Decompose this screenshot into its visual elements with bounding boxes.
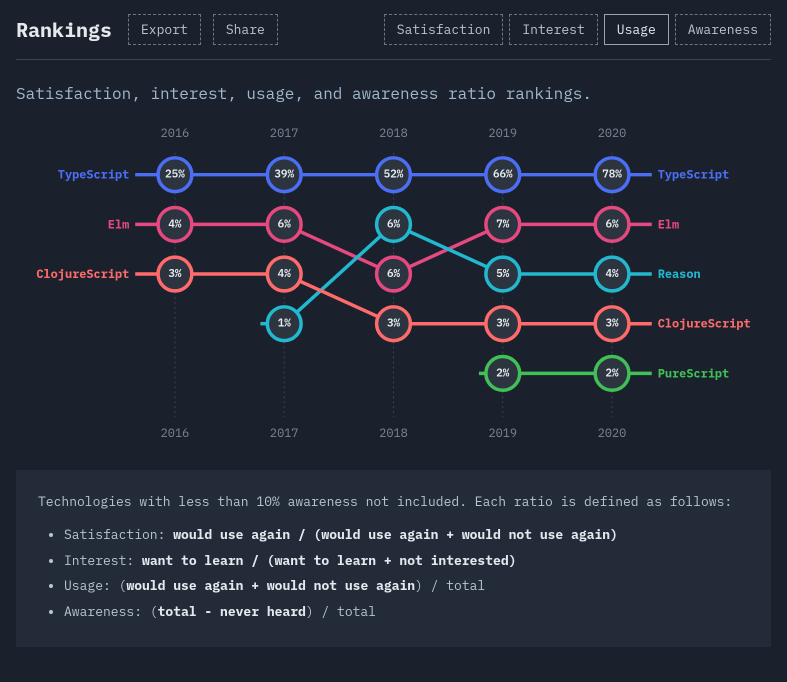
svg-text:2017: 2017	[270, 426, 299, 441]
svg-text:25%: 25%	[165, 168, 185, 182]
svg-text:2017: 2017	[270, 126, 299, 141]
svg-text:Elm: Elm	[108, 217, 129, 232]
chart-svg: 2016 2016 2017 2017 2018 2018 2019 2019 2020 2020…	[16, 114, 771, 444]
svg-text:6%: 6%	[278, 217, 292, 231]
notes-item: Usage: (would use again + would not use …	[64, 574, 749, 597]
page-title: Rankings	[16, 16, 112, 43]
svg-text:Elm: Elm	[658, 217, 679, 232]
svg-text:3%: 3%	[496, 317, 510, 331]
svg-text:3%: 3%	[387, 317, 401, 331]
svg-text:1%: 1%	[278, 317, 292, 331]
svg-text:2019: 2019	[488, 426, 517, 441]
svg-text:3%: 3%	[606, 317, 620, 331]
svg-text:39%: 39%	[274, 168, 294, 182]
svg-text:78%: 78%	[602, 168, 622, 182]
svg-text:4%: 4%	[278, 267, 292, 281]
svg-text:2019: 2019	[488, 126, 517, 141]
svg-text:Reason: Reason	[658, 267, 701, 282]
notes-list: Satisfaction: would use again / (would u…	[38, 523, 749, 623]
tab-usage[interactable]: Usage	[604, 14, 669, 45]
page-subtitle: Satisfaction, interest, usage, and aware…	[16, 84, 771, 104]
svg-text:2016: 2016	[161, 426, 190, 441]
rankings-chart: 2016 2016 2017 2017 2018 2018 2019 2019 2020 2020…	[16, 114, 771, 444]
svg-text:66%: 66%	[493, 168, 513, 182]
svg-text:6%: 6%	[387, 267, 401, 281]
svg-text:5%: 5%	[496, 267, 510, 281]
tab-awareness[interactable]: Awareness	[675, 14, 771, 45]
svg-text:TypeScript: TypeScript	[658, 168, 729, 183]
svg-text:4%: 4%	[168, 217, 182, 231]
svg-text:ClojureScript: ClojureScript	[658, 317, 751, 332]
svg-text:2016: 2016	[161, 126, 190, 141]
svg-text:2018: 2018	[379, 426, 408, 441]
svg-text:6%: 6%	[606, 217, 620, 231]
notes-item: Satisfaction: would use again / (would u…	[64, 523, 749, 546]
svg-text:52%: 52%	[384, 168, 404, 182]
svg-text:ClojureScript: ClojureScript	[36, 267, 129, 282]
notes-panel: Technologies with less than 10% awarenes…	[16, 470, 771, 647]
tab-interest[interactable]: Interest	[509, 14, 597, 45]
svg-text:6%: 6%	[387, 217, 401, 231]
notes-intro: Technologies with less than 10% awarenes…	[38, 490, 749, 513]
top-bar: Rankings Export Share Satisfaction Inter…	[16, 14, 771, 60]
svg-text:TypeScript: TypeScript	[58, 168, 129, 183]
svg-text:2%: 2%	[606, 366, 620, 380]
svg-text:3%: 3%	[168, 267, 182, 281]
svg-text:4%: 4%	[606, 267, 620, 281]
svg-text:PureScript: PureScript	[658, 366, 729, 381]
svg-text:2020: 2020	[598, 126, 627, 141]
notes-item: Interest: want to learn / (want to learn…	[64, 549, 749, 572]
share-button[interactable]: Share	[213, 14, 278, 45]
metric-tabs: Satisfaction Interest Usage Awareness	[384, 14, 771, 45]
export-button[interactable]: Export	[128, 14, 201, 45]
svg-text:7%: 7%	[496, 217, 510, 231]
svg-text:2018: 2018	[379, 126, 408, 141]
notes-item: Awareness: (total - never heard) / total	[64, 600, 749, 623]
tab-satisfaction[interactable]: Satisfaction	[384, 14, 504, 45]
svg-text:2020: 2020	[598, 426, 627, 441]
svg-text:2%: 2%	[496, 366, 510, 380]
